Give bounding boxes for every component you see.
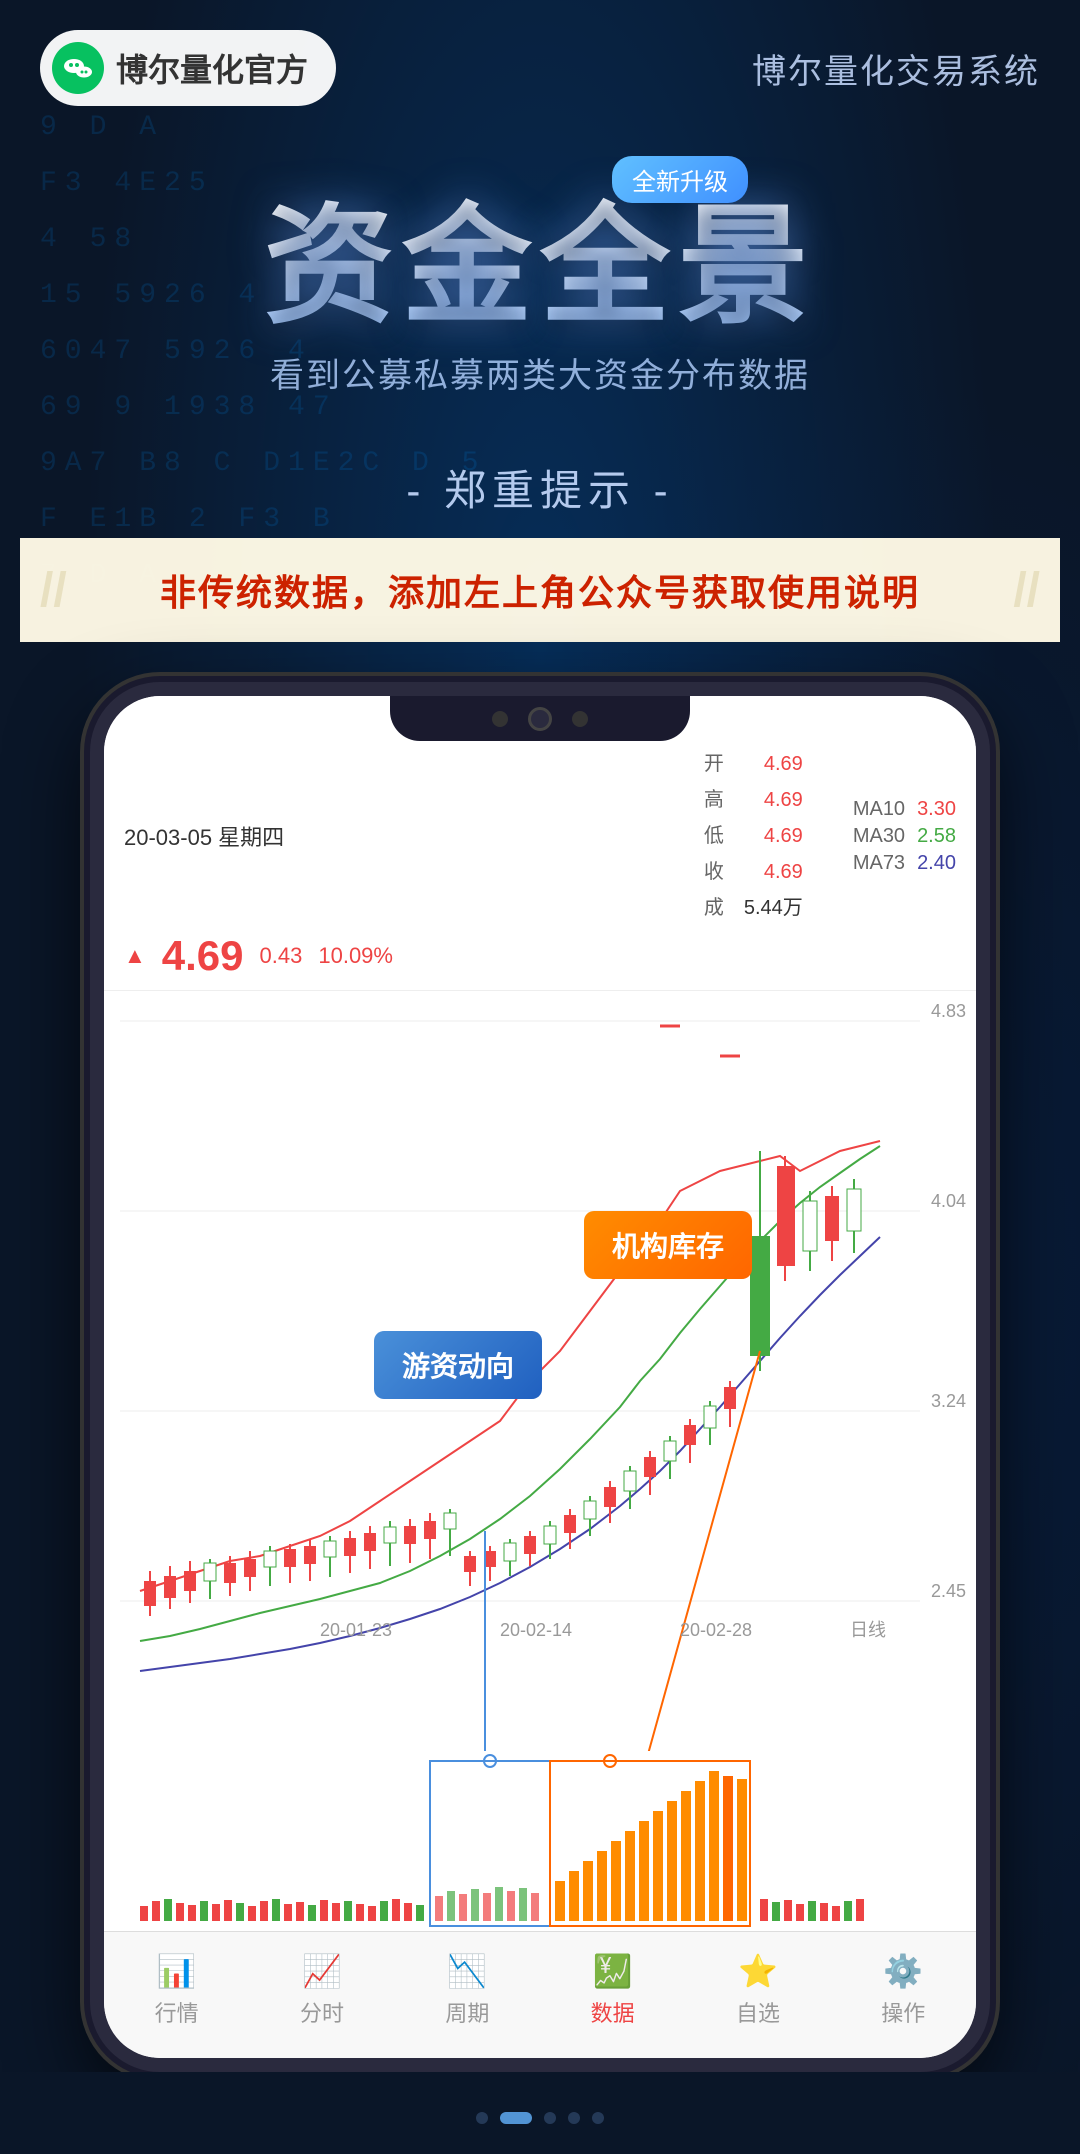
- dot-2: [500, 2112, 532, 2124]
- phone-mockup: 20-03-05 星期四 开 高 低 收 成 4.69 4.69 4.69: [90, 682, 990, 2072]
- close-val: 4.69: [764, 861, 803, 883]
- ohlc-labels: 开 高 低 收 成: [704, 746, 724, 926]
- ohlc-values: 4.69 4.69 4.69 4.69 5.44万: [744, 746, 803, 926]
- volume-svg: [104, 1751, 976, 1931]
- bottom-section: [0, 2072, 1080, 2154]
- nav-item-zixuan[interactable]: ⭐ 自选: [736, 1952, 780, 2028]
- nav-label-hanqing: 行情: [155, 1996, 199, 2028]
- low-val: 4.69: [764, 825, 803, 847]
- new-badge: 全新升级: [612, 156, 748, 203]
- high-val: 4.69: [764, 789, 803, 811]
- svg-text:日线: 日线: [850, 1620, 886, 1640]
- ma10-label: MA10: [853, 798, 905, 821]
- high-label: 高: [704, 789, 724, 811]
- y-label-404: 4.04: [931, 1191, 966, 1212]
- ma10-val: 3.30: [917, 798, 956, 821]
- y-label-245: 2.45: [931, 1581, 966, 1602]
- ma30-row: MA30 2.58: [853, 825, 956, 848]
- nav-label-shuju: 数据: [591, 1996, 635, 2028]
- hero-section: 全新升级 资金全景 看到公募私募两类大资金分布数据: [0, 136, 1080, 427]
- y-label-483: 4.83: [931, 1001, 966, 1022]
- stock-ohlc: 开 高 低 收 成 4.69 4.69 4.69 4.69 5.44万: [704, 746, 803, 926]
- stock-change-amount: 0.43: [260, 943, 303, 969]
- hero-title: 资金全景: [264, 195, 816, 338]
- open-label: 开: [704, 753, 724, 775]
- volume-area: [104, 1751, 976, 1931]
- dot-5: [592, 2112, 604, 2124]
- up-arrow-icon: ▲: [124, 943, 146, 969]
- zhouqi-icon: 📉: [447, 1952, 487, 1990]
- annotation-youzi: 游资动向: [374, 1331, 542, 1399]
- shuju-icon: 💹: [593, 1952, 633, 1990]
- ma30-val: 2.58: [917, 825, 956, 848]
- notice-text: 非传统数据，添加左上角公众号获取使用说明: [160, 564, 920, 616]
- ma10-row: MA10 3.30: [853, 798, 956, 821]
- phone-notch: [390, 696, 690, 741]
- notice-title: - 郑重提示 -: [0, 457, 1080, 518]
- vol-val: 5.44万: [744, 897, 803, 919]
- nav-item-zhouqi[interactable]: 📉 周期: [445, 1952, 489, 2028]
- stock-row2: ▲ 4.69 0.43 10.09%: [124, 932, 956, 980]
- y-label-324: 3.24: [931, 1391, 966, 1412]
- system-title: 博尔量化交易系统: [752, 44, 1040, 93]
- wechat-label: 博尔量化官方: [116, 45, 308, 91]
- annotation-jigou: 机构库存: [584, 1211, 752, 1279]
- notice-bar: 非传统数据，添加左上角公众号获取使用说明: [20, 538, 1060, 642]
- phone-screen: 20-03-05 星期四 开 高 低 收 成 4.69 4.69 4.69: [104, 696, 976, 2058]
- ma-section: MA10 3.30 MA30 2.58 MA73 2.40: [853, 798, 956, 875]
- nav-item-shuju[interactable]: 💹 数据: [591, 1952, 635, 2028]
- nav-label-zixuan: 自选: [736, 1996, 780, 2028]
- caozuo-icon: ⚙️: [883, 1952, 923, 1990]
- chart-area: 4.83 4.04 3.24 2.45: [104, 991, 976, 1751]
- stock-row1: 20-03-05 星期四 开 高 低 收 成 4.69 4.69 4.69: [124, 746, 956, 926]
- stock-change-pct: 10.09%: [318, 943, 393, 969]
- page-dots: [0, 2092, 1080, 2154]
- hanqing-icon: 📊: [157, 1952, 197, 1990]
- hero-subtitle: 看到公募私募两类大资金分布数据: [0, 348, 1080, 397]
- stock-date: 20-03-05 星期四: [124, 820, 284, 852]
- svg-text:20-02-14: 20-02-14: [500, 1620, 572, 1640]
- close-label: 收: [704, 861, 724, 883]
- nav-label-fenshi: 分时: [300, 1996, 344, 2028]
- notch-camera: [528, 707, 552, 731]
- bottom-nav: 📊 行情 📈 分时 📉 周期 💹 数据 ⭐ 自选: [104, 1931, 976, 2058]
- notch-dot-left: [492, 711, 508, 727]
- wechat-badge[interactable]: 博尔量化官方: [40, 30, 336, 106]
- ma73-row: MA73 2.40: [853, 852, 956, 875]
- stock-price: 4.69: [162, 932, 244, 980]
- dot-1: [476, 2112, 488, 2124]
- open-val: 4.69: [764, 753, 803, 775]
- nav-item-caozuo[interactable]: ⚙️ 操作: [881, 1952, 925, 2028]
- header: 博尔量化官方 博尔量化交易系统: [0, 0, 1080, 136]
- ma73-label: MA73: [853, 852, 905, 875]
- nav-item-hanqing[interactable]: 📊 行情: [155, 1952, 199, 2028]
- ma73-val: 2.40: [917, 852, 956, 875]
- nav-label-caozuo: 操作: [881, 1996, 925, 2028]
- svg-text:20-01-23: 20-01-23: [320, 1620, 392, 1640]
- fenshi-icon: 📈: [302, 1952, 342, 1990]
- low-label: 低: [704, 825, 724, 847]
- wechat-icon: [52, 42, 104, 94]
- zixuan-icon: ⭐: [738, 1952, 778, 1990]
- notice-section: - 郑重提示 - 非传统数据，添加左上角公众号获取使用说明: [0, 457, 1080, 642]
- ma30-label: MA30: [853, 825, 905, 848]
- vol-label: 成: [704, 897, 724, 919]
- dot-3: [544, 2112, 556, 2124]
- nav-item-fenshi[interactable]: 📈 分时: [300, 1952, 344, 2028]
- nav-label-zhouqi: 周期: [445, 1996, 489, 2028]
- notch-dot-right: [572, 711, 588, 727]
- dot-4: [568, 2112, 580, 2124]
- svg-text:20-02-28: 20-02-28: [680, 1620, 752, 1640]
- phone-container: 20-03-05 星期四 开 高 低 收 成 4.69 4.69 4.69: [0, 682, 1080, 2072]
